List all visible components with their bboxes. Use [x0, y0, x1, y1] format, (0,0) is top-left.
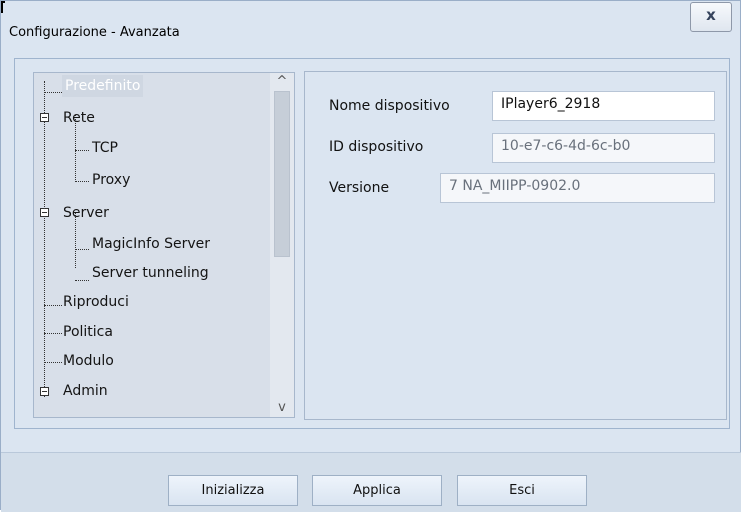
configuration-advanced-window: Configurazione - Avanzata x Predefinito … — [0, 0, 741, 512]
tree-item-proxy[interactable]: Proxy — [92, 169, 130, 191]
device-id-label: ID dispositivo — [329, 139, 424, 155]
tree-item-magicinfo-server[interactable]: MagicInfo Server — [92, 233, 210, 255]
tree-connector — [75, 280, 89, 281]
tree-item-admin[interactable]: Admin — [63, 380, 108, 402]
version-label: Versione — [329, 180, 390, 196]
tree-item-politica[interactable]: Politica — [63, 321, 113, 343]
settings-tree: Predefinito Rete TCP Proxy Server MagicI… — [33, 72, 295, 418]
initialize-button[interactable]: Inizializza — [168, 475, 298, 506]
tree-connector — [44, 92, 62, 93]
tree-connector — [44, 81, 45, 397]
collapse-icon[interactable] — [40, 208, 49, 217]
device-name-field[interactable]: IPlayer6_2918 — [492, 91, 715, 121]
tree-connector — [75, 249, 89, 250]
scroll-up-icon[interactable]: ^ — [270, 73, 294, 91]
exit-button[interactable]: Esci — [457, 475, 587, 506]
tree-item-rete[interactable]: Rete — [63, 107, 95, 129]
version-field: 7 NA_MIIPP-0902.0 — [440, 173, 715, 203]
tree-item-server[interactable]: Server — [63, 202, 109, 224]
collapse-icon[interactable] — [40, 113, 49, 122]
tree-connector — [75, 150, 89, 151]
close-button[interactable]: x — [690, 2, 732, 32]
tree-item-server-tunneling[interactable]: Server tunneling — [92, 262, 209, 284]
tree-connector — [44, 305, 62, 306]
device-info-panel: Nome dispositivo IPlayer6_2918 ID dispos… — [304, 71, 727, 420]
resize-corner-mark — [1, 1, 5, 13]
title-bar: Configurazione - Avanzata x — [1, 1, 740, 47]
tree-item-tcp[interactable]: TCP — [92, 137, 118, 159]
window-title: Configurazione - Avanzata — [9, 25, 180, 40]
tree-item-predefinito[interactable]: Predefinito — [62, 75, 144, 97]
close-icon: x — [706, 6, 716, 24]
scroll-down-icon[interactable]: v — [270, 399, 294, 417]
scrollbar-thumb[interactable] — [274, 91, 290, 257]
collapse-icon[interactable] — [40, 387, 49, 396]
tree-item-modulo[interactable]: Modulo — [63, 350, 114, 372]
tree-item-riproduci[interactable]: Riproduci — [63, 291, 129, 313]
tree-scrollbar[interactable]: ^ v — [270, 73, 294, 417]
device-name-label: Nome dispositivo — [329, 98, 450, 114]
tree-connector — [44, 333, 62, 334]
device-id-field: 10-e7-c6-4d-6c-b0 — [492, 133, 715, 163]
apply-button[interactable]: Applica — [312, 475, 442, 506]
tree-connector — [44, 362, 62, 363]
tree-connector — [75, 181, 89, 182]
